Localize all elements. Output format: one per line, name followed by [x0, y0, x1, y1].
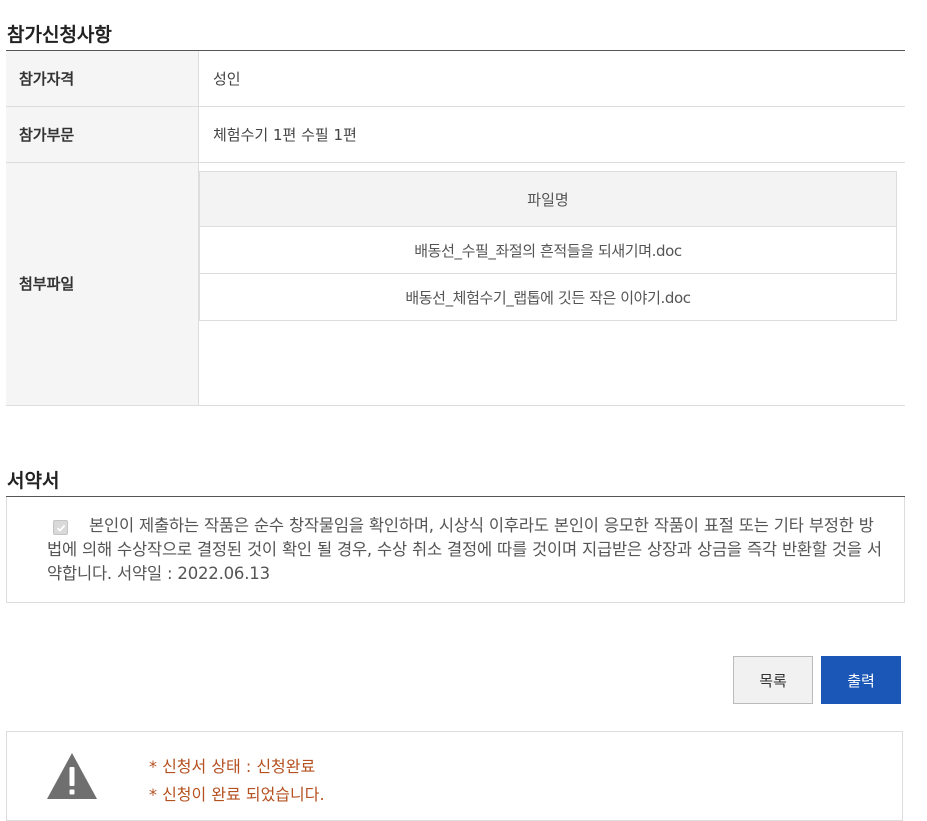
- attachment-files-table: 파일명 배동선_수필_좌절의 흔적들을 되새기며.doc 배동선_체험수기_랩톱…: [199, 171, 897, 321]
- category-value: 체험수기 1편 수필 1편: [198, 106, 905, 163]
- file-link[interactable]: 배동선_체험수기_랩톱에 깃든 작은 이야기.doc: [199, 273, 897, 321]
- pledge-section-title: 서약서: [7, 470, 60, 492]
- status-line-state: * 신청서 상태 : 신청완료: [149, 757, 316, 776]
- files-header-row: 파일명: [199, 171, 897, 227]
- table-row: 배동선_수필_좌절의 흔적들을 되새기며.doc: [199, 226, 897, 274]
- row-category: 참가부문 체험수기 1편 수필 1편: [6, 106, 905, 163]
- file-link[interactable]: 배동선_수필_좌절의 흔적들을 되새기며.doc: [199, 226, 897, 274]
- print-button[interactable]: 출력: [821, 656, 901, 704]
- application-section-title: 참가신청사항: [7, 24, 112, 46]
- pledge-box: 본인이 제출하는 작품은 순수 창작물임을 확인하며, 시상식 이후라도 본인이…: [6, 497, 905, 603]
- warning-icon: [47, 753, 97, 799]
- category-label: 참가부문: [6, 106, 199, 163]
- list-button[interactable]: 목록: [733, 656, 813, 704]
- qualification-value: 성인: [198, 51, 905, 107]
- status-line-message: * 신청이 완료 되었습니다.: [149, 785, 325, 804]
- status-box: * 신청서 상태 : 신청완료 * 신청이 완료 되었습니다.: [6, 731, 903, 821]
- file-name-header: 파일명: [199, 171, 897, 227]
- pledge-text: 본인이 제출하는 작품은 순수 창작물임을 확인하며, 시상식 이후라도 본인이…: [47, 516, 882, 583]
- qualification-label: 참가자격: [6, 51, 199, 107]
- row-qualification: 참가자격 성인: [6, 51, 905, 107]
- table-row: 배동선_체험수기_랩톱에 깃든 작은 이야기.doc: [199, 273, 897, 321]
- attachments-label: 첨부파일: [6, 162, 199, 406]
